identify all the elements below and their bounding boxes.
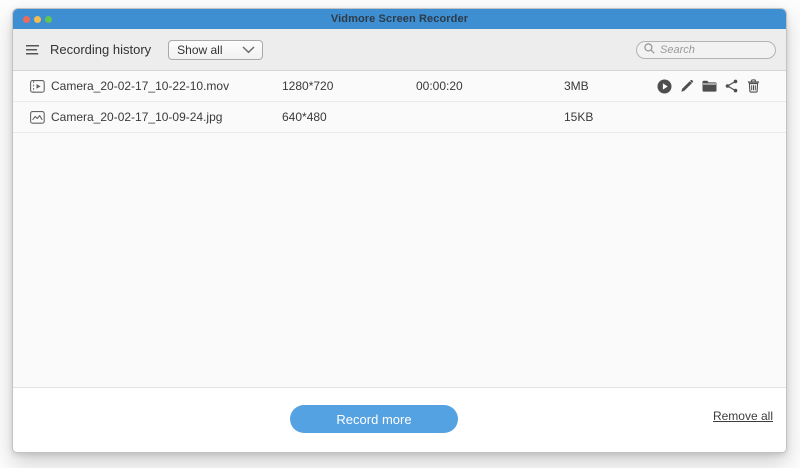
play-icon[interactable] bbox=[657, 79, 672, 94]
zoom-window-button[interactable] bbox=[45, 16, 52, 23]
recording-row-video: Camera_20-02-17_10-22-10.mov 1280*720 00… bbox=[13, 71, 786, 102]
close-window-button[interactable] bbox=[23, 16, 30, 23]
image-file-icon bbox=[30, 102, 45, 132]
file-resolution: 1280*720 bbox=[282, 71, 333, 101]
recording-row-image: Camera_20-02-17_10-09-24.jpg 640*480 15K… bbox=[13, 102, 786, 133]
toolbar: Recording history Show all bbox=[13, 29, 786, 71]
file-name: Camera_20-02-17_10-22-10.mov bbox=[51, 71, 229, 101]
video-file-icon bbox=[30, 71, 45, 101]
edit-icon[interactable] bbox=[679, 79, 694, 94]
footer: Record more Remove all bbox=[13, 387, 786, 453]
recording-list: Camera_20-02-17_10-22-10.mov 1280*720 00… bbox=[13, 71, 786, 387]
file-size: 15KB bbox=[564, 102, 593, 132]
traffic-lights bbox=[23, 9, 52, 29]
open-folder-icon[interactable] bbox=[702, 79, 717, 94]
app-window: Vidmore Screen Recorder Recording histor… bbox=[12, 8, 787, 453]
filter-dropdown-value: Show all bbox=[177, 43, 242, 57]
file-size: 3MB bbox=[564, 71, 589, 101]
filter-dropdown[interactable]: Show all bbox=[168, 40, 263, 60]
share-icon[interactable] bbox=[724, 79, 739, 94]
window-title: Vidmore Screen Recorder bbox=[331, 13, 468, 25]
file-resolution: 640*480 bbox=[282, 102, 327, 132]
delete-icon[interactable] bbox=[746, 79, 761, 94]
menu-icon[interactable] bbox=[26, 44, 40, 56]
minimize-window-button[interactable] bbox=[34, 16, 41, 23]
file-name: Camera_20-02-17_10-09-24.jpg bbox=[51, 102, 222, 132]
titlebar: Vidmore Screen Recorder bbox=[13, 9, 786, 29]
file-duration: 00:00:20 bbox=[416, 71, 463, 101]
search-box[interactable] bbox=[636, 41, 776, 59]
search-icon bbox=[644, 41, 655, 59]
row-actions bbox=[657, 71, 761, 101]
chevron-down-icon bbox=[242, 41, 255, 59]
record-more-button[interactable]: Record more bbox=[290, 405, 458, 433]
search-input[interactable] bbox=[660, 44, 767, 56]
page-title: Recording history bbox=[50, 42, 151, 57]
remove-all-link[interactable]: Remove all bbox=[713, 409, 773, 423]
